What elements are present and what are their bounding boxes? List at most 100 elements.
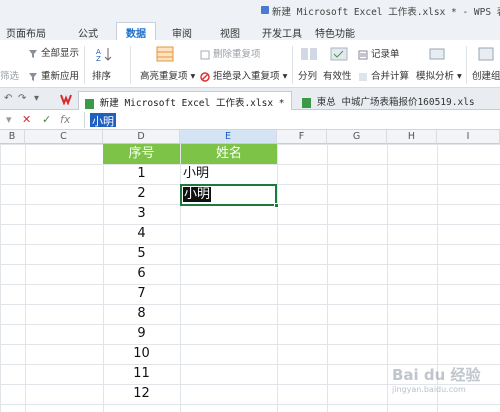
highlight-duplicates-label: 高亮重复项 — [140, 71, 188, 82]
insert-function-button[interactable]: fx — [60, 113, 70, 126]
seq-cell[interactable]: 5 — [103, 244, 180, 264]
seq-cell[interactable]: 1 — [103, 164, 180, 184]
name-box-dropdown-icon[interactable]: ▾ — [6, 113, 12, 126]
no-entry-icon — [200, 71, 210, 82]
record-form-label: 记录单 — [371, 49, 400, 60]
seq-cell[interactable]: 7 — [103, 284, 180, 304]
delete-duplicates-icon — [200, 50, 210, 59]
ribbon-separator — [292, 46, 293, 84]
tab-special[interactable]: 特色功能 — [315, 25, 355, 40]
reject-duplicates-button[interactable]: 拒绝录入重复项 ▾ — [200, 68, 287, 82]
column-header-B[interactable]: B — [0, 130, 25, 144]
redo-icon[interactable]: ↷ — [18, 93, 26, 104]
formula-divider — [84, 112, 85, 128]
column-header-G[interactable]: G — [327, 130, 387, 144]
document-tab-bar: ↶ ↷ ▾ 新建 Microsoft Excel 工作表.xlsx * 東总 中… — [0, 88, 500, 110]
wps-logo-icon — [60, 94, 72, 105]
simulate-analysis-button[interactable]: 模拟分析 ▾ — [416, 68, 462, 82]
fill-handle[interactable] — [274, 203, 279, 208]
seq-cell[interactable]: 4 — [103, 224, 180, 244]
column-header-F[interactable]: F — [277, 130, 327, 144]
grid-line — [25, 144, 26, 412]
merge-calc-icon — [359, 72, 367, 81]
doc-tab-inactive-label: 東总 中城广场表箱报价160519.xls — [316, 97, 475, 108]
seq-cell[interactable]: 11 — [103, 364, 180, 384]
create-group-icon — [478, 47, 494, 61]
doc-tab-active[interactable]: 新建 Microsoft Excel 工作表.xlsx * — [78, 91, 292, 110]
watermark-sub: jingyan.baidu.com — [392, 385, 466, 394]
highlight-duplicates-icon — [156, 46, 174, 62]
svg-text:Z: Z — [96, 55, 101, 62]
header-cell-seq[interactable]: 序号 — [103, 144, 180, 164]
merge-calc-label: 合并计算 — [371, 71, 410, 82]
simulate-analysis-icon — [429, 48, 445, 60]
highlight-duplicates-button[interactable]: 高亮重复项 ▾ — [140, 68, 195, 82]
tab-view[interactable]: 视图 — [220, 25, 240, 40]
grid-line — [277, 144, 278, 412]
spreadsheet-file-icon — [85, 98, 94, 109]
grid-line — [387, 144, 388, 412]
ribbon-tabs: 页面布局 公式 数据 审阅 视图 开发工具 特色功能 — [0, 22, 500, 41]
cancel-icon[interactable]: ✕ — [22, 113, 31, 126]
seq-cell[interactable]: 10 — [103, 344, 180, 364]
merge-calc-button[interactable]: 合并计算 — [358, 68, 409, 82]
grid-line — [327, 144, 328, 412]
simulate-analysis-label: 模拟分析 — [416, 71, 455, 82]
seq-cell[interactable]: 9 — [103, 324, 180, 344]
column-header-H[interactable]: H — [387, 130, 437, 144]
tab-developer[interactable]: 开发工具 — [262, 25, 302, 40]
sort-button[interactable]: 排序 — [92, 68, 111, 82]
wps-app-icon — [261, 6, 269, 14]
dropdown-icon[interactable]: ▾ — [34, 93, 39, 104]
seq-cell[interactable]: 2 — [103, 184, 180, 204]
show-all-label: 全部显示 — [41, 48, 80, 59]
column-header-D[interactable]: D — [103, 130, 180, 144]
watermark-main: Bai du 经验 — [392, 366, 481, 384]
title-bar: 新建 Microsoft Excel 工作表.xlsx * - WPS 表格 — [0, 0, 500, 22]
window-title: 新建 Microsoft Excel 工作表.xlsx * - WPS 表格 — [272, 7, 500, 18]
create-group-button[interactable]: 创建组 — [472, 68, 500, 82]
sort-icon: AZ — [96, 48, 112, 62]
column-header-E[interactable]: E — [180, 130, 277, 144]
seq-cell[interactable]: 6 — [103, 264, 180, 284]
split-columns-button[interactable]: 分列 — [298, 68, 317, 82]
ribbon-separator — [466, 46, 467, 84]
watermark: Bai du 经验 jingyan.baidu.com — [392, 364, 481, 394]
seq-cell[interactable]: 12 — [103, 384, 180, 404]
confirm-icon[interactable]: ✓ — [42, 113, 51, 126]
seq-cell[interactable]: 3 — [103, 204, 180, 224]
show-all-button[interactable]: 全部显示 — [28, 45, 79, 59]
name-cell[interactable]: 小明 — [181, 164, 277, 184]
delete-duplicates-label: 删除重复项 — [213, 49, 261, 60]
filter-button[interactable]: 筛选 — [0, 68, 19, 82]
undo-icon[interactable]: ↶ — [4, 93, 12, 104]
doc-tab-active-label: 新建 Microsoft Excel 工作表.xlsx * — [99, 98, 285, 109]
split-columns-icon — [301, 48, 317, 60]
tab-formula[interactable]: 公式 — [78, 25, 98, 40]
column-header-C[interactable]: C — [25, 130, 103, 144]
tab-data[interactable]: 数据 — [116, 22, 156, 41]
reapply-label: 重新应用 — [41, 71, 80, 82]
seq-cell[interactable]: 8 — [103, 304, 180, 324]
active-cell-border — [180, 184, 279, 208]
header-cell-name[interactable]: 姓名 — [181, 144, 277, 164]
validity-button[interactable]: 有效性 — [323, 68, 352, 82]
record-form-icon — [358, 50, 368, 59]
record-form-button[interactable]: 记录单 — [358, 46, 400, 60]
reject-duplicates-label: 拒绝录入重复项 — [213, 71, 280, 82]
doc-tab-inactive[interactable]: 東总 中城广场表箱报价160519.xls — [296, 91, 481, 110]
ribbon: 筛选 全部显示 重新应用 AZ 排序 高亮重复项 ▾ 删除重复项 拒绝录入重复项… — [0, 40, 500, 88]
spreadsheet-file-icon — [302, 97, 311, 108]
column-header-I[interactable]: I — [437, 130, 500, 144]
delete-duplicates-button[interactable]: 删除重复项 — [200, 46, 261, 60]
reapply-button[interactable]: 重新应用 — [28, 68, 79, 82]
tab-page-layout[interactable]: 页面布局 — [6, 25, 46, 40]
funnel-icon — [29, 49, 37, 58]
validity-icon — [330, 47, 348, 61]
formula-input[interactable]: 小明 — [90, 113, 116, 128]
ribbon-separator — [130, 46, 131, 84]
ribbon-separator — [84, 46, 85, 84]
tab-review[interactable]: 审阅 — [172, 25, 192, 40]
formula-bar: ▾ ✕ ✓ fx 小明 — [0, 110, 500, 130]
funnel-refresh-icon — [29, 72, 37, 81]
